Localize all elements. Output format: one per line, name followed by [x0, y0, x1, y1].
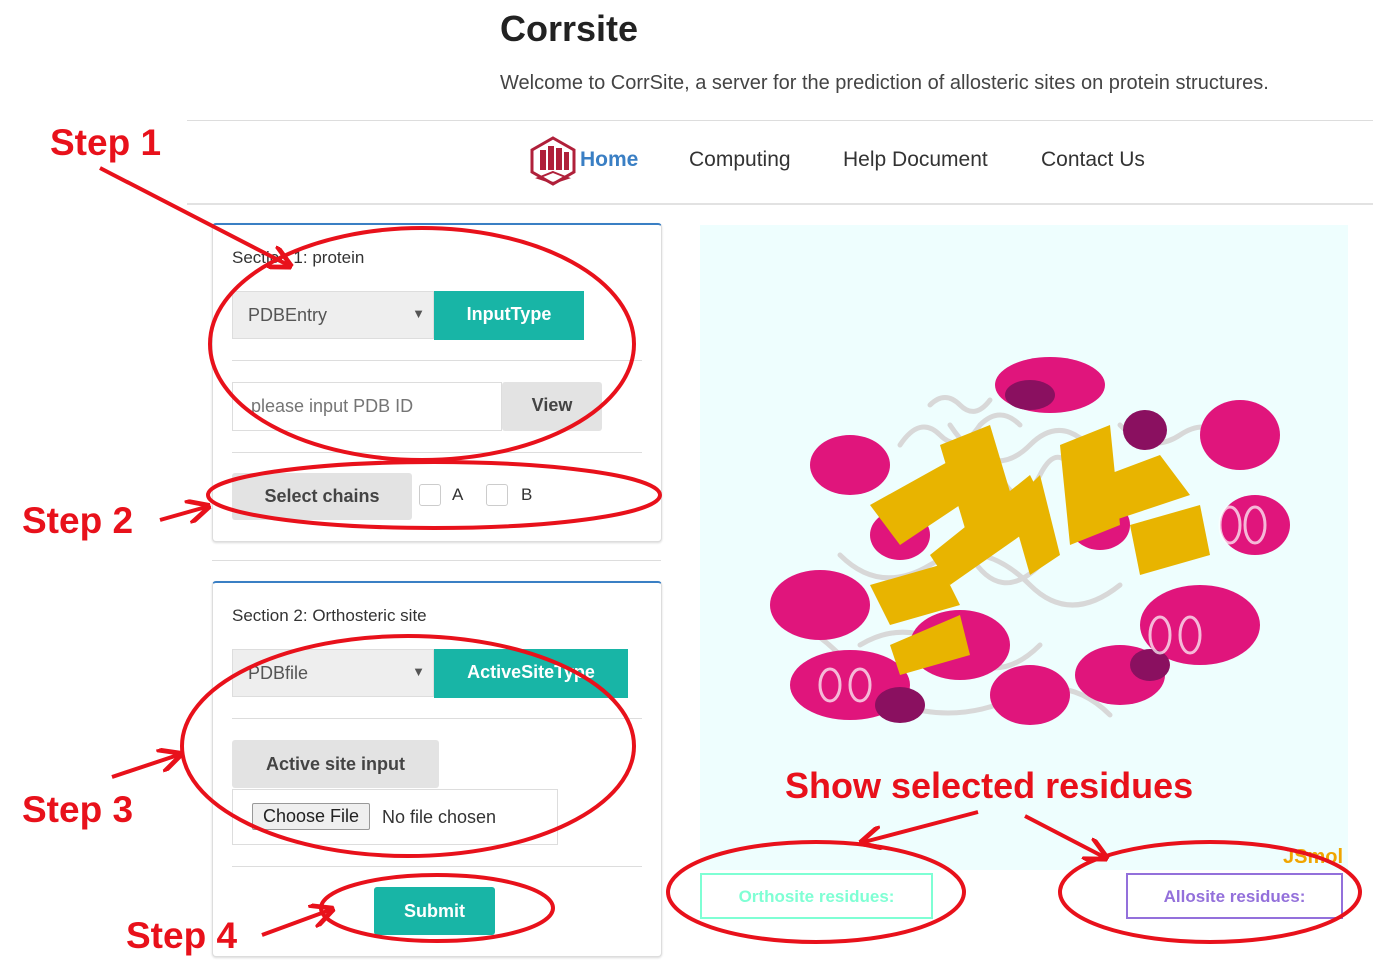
nav-divider	[187, 203, 1373, 205]
nav-computing[interactable]: Computing	[689, 148, 791, 172]
active-site-input-button[interactable]: Active site input	[232, 740, 439, 788]
caret-down-icon: ▼	[412, 664, 425, 679]
chain-a-label: A	[452, 485, 464, 504]
input-type-button[interactable]: InputType	[434, 291, 584, 340]
jsmol-brand: JSmol	[1283, 846, 1344, 868]
step3-arrow	[111, 755, 178, 779]
pdb-id-input[interactable]	[232, 382, 502, 431]
active-site-type-button[interactable]: ActiveSiteType	[434, 649, 628, 698]
orthosite-residues-button[interactable]: Orthosite residues:	[700, 873, 933, 919]
step4-label: Step 4	[126, 915, 238, 956]
no-file-chosen-text: No file chosen	[382, 807, 497, 827]
corrsite-logo-icon[interactable]	[528, 136, 578, 186]
step3-label: Step 3	[22, 789, 134, 830]
nav-home[interactable]: Home	[580, 148, 638, 172]
section1-title: Section 1: protein	[232, 248, 365, 267]
section2-divider-1	[232, 718, 642, 719]
step2-label: Step 2	[22, 500, 134, 541]
step2-arrow	[159, 507, 206, 520]
header-divider	[187, 120, 1373, 121]
nav-contact-us[interactable]: Contact Us	[1041, 148, 1145, 172]
active-site-type-select[interactable]: PDBfile ▼	[232, 649, 434, 697]
allosite-residues-button[interactable]: Allosite residues:	[1126, 873, 1343, 919]
welcome-text: Welcome to CorrSite, a server for the pr…	[500, 72, 1269, 94]
section1-divider-2	[232, 452, 642, 453]
view-button[interactable]: View	[502, 382, 602, 431]
select-chains-button[interactable]: Select chains	[232, 473, 412, 520]
input-type-select[interactable]: PDBEntry ▼	[232, 291, 434, 339]
choose-file-button[interactable]: Choose File	[252, 803, 371, 830]
nav-help-document[interactable]: Help Document	[843, 148, 988, 172]
show-selected-label: Show selected residues	[785, 765, 1194, 806]
chain-b-label: B	[521, 485, 533, 504]
section2-title: Section 2: Orthosteric site	[232, 606, 427, 625]
active-site-type-select-value: PDBfile	[248, 663, 309, 683]
submit-button[interactable]: Submit	[374, 887, 495, 935]
input-type-select-value: PDBEntry	[248, 305, 328, 325]
site-title: Corrsite	[500, 8, 639, 49]
section-separator	[212, 560, 661, 561]
section2-divider-2	[232, 866, 642, 867]
step1-label: Step 1	[50, 122, 162, 163]
caret-down-icon: ▼	[412, 306, 425, 321]
chain-a-checkbox[interactable]	[419, 484, 441, 506]
chain-b-checkbox[interactable]	[486, 484, 508, 506]
section1-divider-1	[232, 360, 642, 361]
